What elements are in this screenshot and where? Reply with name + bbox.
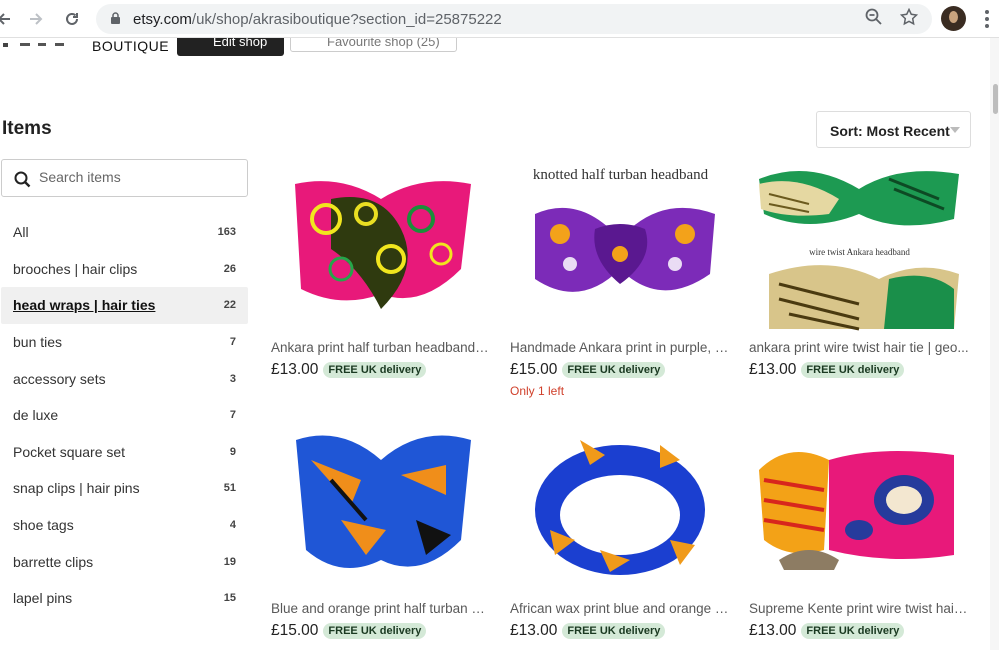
listing-title[interactable]: Ankara print half turban headband | ... xyxy=(271,340,492,355)
section-count: 26 xyxy=(223,262,236,275)
section-count: 7 xyxy=(229,409,236,422)
listing-image[interactable] xyxy=(271,159,492,336)
listing-price: £13.00 xyxy=(510,622,558,639)
section-item-pocket-square[interactable]: Pocket square set 9 xyxy=(1,434,248,471)
address-bar[interactable]: etsy.com/uk/shop/akrasiboutique?section_… xyxy=(96,4,932,34)
sort-label: Sort: Most Recent xyxy=(830,123,950,139)
profile-avatar[interactable] xyxy=(941,6,966,31)
section-label: de luxe xyxy=(13,407,59,424)
search-items-input[interactable] xyxy=(39,169,239,185)
section-label: barrette clips xyxy=(13,553,94,570)
section-count: 7 xyxy=(229,336,236,349)
listing-card[interactable]: knotted half turban headband Handmade An… xyxy=(510,159,731,398)
bookmark-star-icon[interactable] xyxy=(899,7,919,31)
shop-logo-graphic xyxy=(0,38,80,47)
stock-warning: Only 1 left xyxy=(510,384,565,398)
section-label: Pocket square set xyxy=(13,443,126,460)
listing-title[interactable]: ankara print wire twist hair tie | geo..… xyxy=(749,340,970,355)
section-item-accessory-sets[interactable]: accessory sets 3 xyxy=(1,360,248,397)
section-label: accessory sets xyxy=(13,370,106,387)
image-caption: knotted half turban headband xyxy=(532,167,709,183)
section-count: 51 xyxy=(223,482,236,495)
search-items-field[interactable] xyxy=(1,159,248,197)
favourite-shop-button[interactable]: Favourite shop (25) xyxy=(290,38,457,52)
listing-title[interactable]: African wax print blue and orange wi... xyxy=(510,601,731,616)
listing-card[interactable]: African wax print blue and orange wi... … xyxy=(510,420,731,640)
free-delivery-badge: FREE UK delivery xyxy=(801,362,905,378)
lock-icon[interactable] xyxy=(110,12,121,30)
free-delivery-badge: FREE UK delivery xyxy=(801,623,905,639)
section-list: All 163 brooches | hair clips 26 head wrap… xyxy=(1,214,248,617)
listing-image[interactable] xyxy=(749,420,970,597)
section-label: All xyxy=(13,224,29,241)
section-item-lapel-pins[interactable]: lapel pins 15 xyxy=(1,580,248,617)
section-count: 15 xyxy=(223,592,236,605)
section-count: 9 xyxy=(229,445,236,458)
browser-toolbar: etsy.com/uk/shop/akrasiboutique?section_… xyxy=(0,0,999,38)
free-delivery-badge: FREE UK delivery xyxy=(562,623,666,639)
listing-price: £13.00 xyxy=(271,361,319,378)
listing-price: £13.00 xyxy=(749,622,797,639)
shop-header: BOUTIQUE Edit shop Favourite shop (25) xyxy=(0,38,999,60)
section-label: head wraps | hair ties xyxy=(13,297,156,314)
section-label: snap clips | hair pins xyxy=(13,480,140,497)
listing-card[interactable]: Ankara print half turban headband | ... … xyxy=(271,159,492,379)
scrollbar-thumb[interactable] xyxy=(993,84,998,114)
back-arrow-icon[interactable] xyxy=(0,7,16,31)
section-label: lapel pins xyxy=(13,590,73,607)
items-heading: Items xyxy=(2,118,52,139)
section-count: 163 xyxy=(217,226,236,239)
more-menu-icon[interactable] xyxy=(984,9,990,34)
forward-arrow-icon[interactable] xyxy=(24,7,48,31)
section-item-snap-clips[interactable]: snap clips | hair pins 51 xyxy=(1,470,248,507)
listing-title[interactable]: Handmade Ankara print in purple, cr... xyxy=(510,340,731,355)
section-item-bun-ties[interactable]: bun ties 7 xyxy=(1,324,248,361)
url-text: etsy.com/uk/shop/akrasiboutique?section_… xyxy=(133,11,502,28)
free-delivery-badge: FREE UK delivery xyxy=(323,623,427,639)
edit-shop-button[interactable]: Edit shop xyxy=(177,38,284,56)
section-label: bun ties xyxy=(13,334,63,351)
listing-image[interactable]: wire twist Ankara headband xyxy=(749,159,970,336)
scrollbar[interactable] xyxy=(990,38,999,650)
section-item-de-luxe[interactable]: de luxe 7 xyxy=(1,397,248,434)
shop-logo-text: BOUTIQUE xyxy=(92,38,170,54)
listing-image[interactable] xyxy=(271,420,492,597)
listing-price: £13.00 xyxy=(749,361,797,378)
free-delivery-badge: FREE UK delivery xyxy=(562,362,666,378)
section-item-head-wraps[interactable]: head wraps | hair ties 22 xyxy=(1,287,248,324)
section-item-brooches[interactable]: brooches | hair clips 26 xyxy=(1,251,248,288)
listing-card[interactable]: Supreme Kente print wire twist hair ti..… xyxy=(749,420,970,640)
listing-card[interactable]: Blue and orange print half turban he... … xyxy=(271,420,492,640)
listing-title[interactable]: Blue and orange print half turban he... xyxy=(271,601,492,616)
section-item-all[interactable]: All 163 xyxy=(1,214,248,251)
reload-icon[interactable] xyxy=(60,7,84,31)
zoom-icon[interactable] xyxy=(865,8,883,31)
caret-down-icon xyxy=(950,127,960,133)
listing-price: £15.00 xyxy=(510,361,558,378)
section-label: brooches | hair clips xyxy=(13,260,138,277)
listing-price: £15.00 xyxy=(271,622,319,639)
section-item-shoe-tags[interactable]: shoe tags 4 xyxy=(1,507,248,544)
search-icon xyxy=(14,171,31,193)
image-caption: wire twist Ankara headband xyxy=(809,247,910,257)
section-count: 3 xyxy=(229,372,236,385)
listing-image[interactable] xyxy=(510,420,731,597)
section-count: 22 xyxy=(223,299,236,312)
listing-title[interactable]: Supreme Kente print wire twist hair ti..… xyxy=(749,601,970,616)
sort-dropdown[interactable]: Sort: Most Recent xyxy=(816,111,971,148)
listing-card[interactable]: wire twist Ankara headband ankara print … xyxy=(749,159,970,379)
section-count: 19 xyxy=(223,555,236,568)
section-label: shoe tags xyxy=(13,517,74,534)
listing-image[interactable]: knotted half turban headband xyxy=(510,159,731,336)
section-count: 4 xyxy=(229,519,236,532)
free-delivery-badge: FREE UK delivery xyxy=(323,362,427,378)
section-item-barrette-clips[interactable]: barrette clips 19 xyxy=(1,543,248,580)
